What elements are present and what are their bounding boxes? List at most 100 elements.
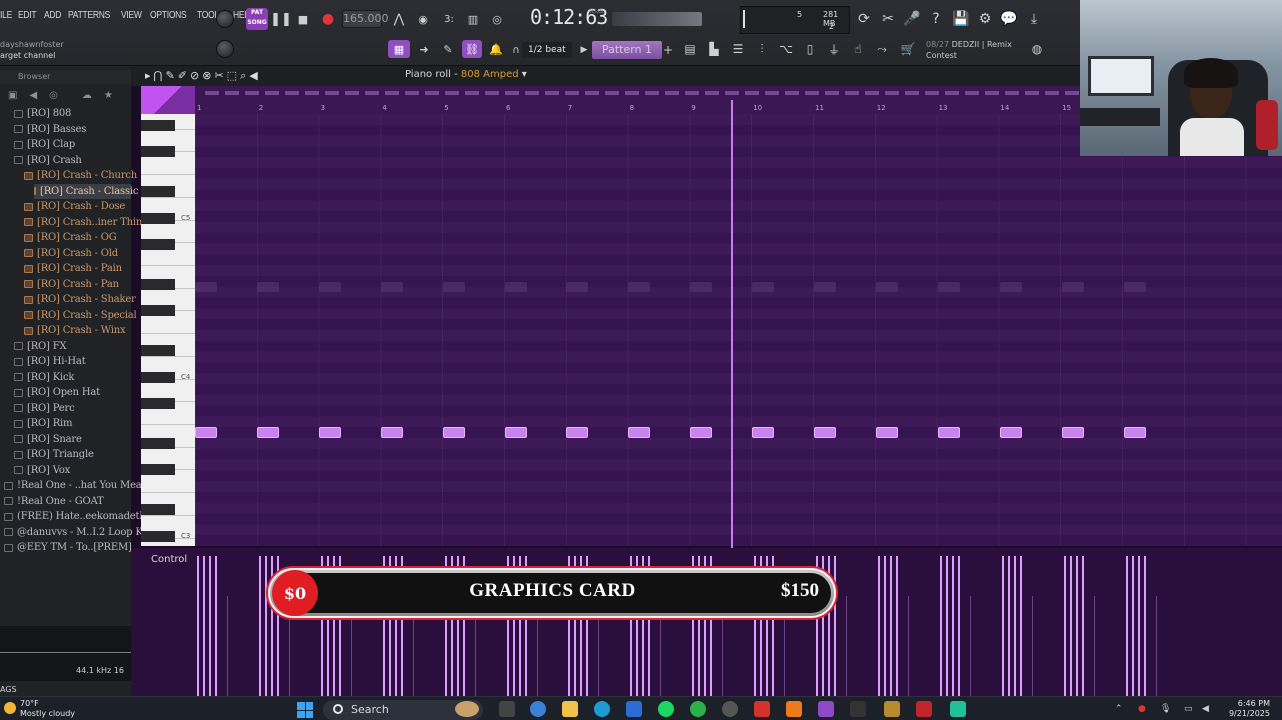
snap-selector[interactable]: 1/2 beat [522, 42, 572, 58]
menu-item[interactable]: OPTIONS [150, 10, 187, 21]
menu-item[interactable]: ADD [44, 10, 61, 21]
bar-number[interactable]: 1 [197, 104, 201, 112]
countdown-icon[interactable]: 3: [440, 10, 458, 28]
speaker-icon[interactable]: ◀ [249, 69, 257, 83]
velocity-bar[interactable] [203, 556, 205, 696]
chat-app-icon[interactable] [950, 701, 966, 717]
black-key[interactable] [141, 345, 175, 357]
browser-file[interactable]: [RO] Crash..iner Things [24, 215, 153, 230]
timeline-ruler[interactable]: 1 2 3 4 5 6 7 8 9 10 11 12 13 14 15 [195, 86, 1080, 114]
browser-folder[interactable]: [RO] Hi-Hat [14, 354, 86, 369]
black-key[interactable] [141, 504, 175, 516]
browser-folder[interactable]: [RO] Basses [14, 122, 86, 137]
mixer-icon[interactable]: ☰ [728, 40, 748, 58]
store-icon[interactable] [626, 701, 642, 717]
midi-note[interactable] [690, 427, 713, 438]
playhead[interactable] [731, 100, 733, 548]
brush-icon[interactable]: ✐ [178, 69, 187, 83]
midi-note[interactable] [875, 427, 898, 438]
bing-icon[interactable] [455, 701, 479, 717]
midi-note[interactable] [999, 427, 1022, 438]
bar-number[interactable]: 5 [444, 104, 448, 112]
playlist-icon[interactable]: ▤ [680, 40, 700, 58]
velocity-bar[interactable] [1131, 556, 1134, 696]
browser-folder[interactable]: !Real One - ..hat You Mean [4, 478, 148, 493]
menu-item[interactable]: PATTERNS [68, 10, 110, 21]
velocity-bar[interactable] [1063, 556, 1066, 696]
cloud-icon[interactable]: ☁ [82, 90, 92, 101]
bar-number[interactable]: 2 [259, 104, 263, 112]
save-icon[interactable]: 💾 [952, 10, 970, 28]
velocity-bar[interactable] [1001, 556, 1004, 696]
tools-icon[interactable]: ✂ [879, 10, 897, 28]
piano-roll-title[interactable]: Piano roll - 808 Amped ▾ [405, 69, 527, 80]
velocity-bar[interactable] [1069, 556, 1072, 696]
menu-item[interactable]: VIEW [121, 10, 142, 21]
browser-icon[interactable] [594, 701, 610, 717]
master-pitch-knob[interactable] [216, 40, 234, 58]
back-icon[interactable]: ◀ [29, 90, 37, 101]
black-key[interactable] [141, 371, 175, 383]
slice-icon[interactable]: ✂ [214, 69, 223, 83]
pencil-icon[interactable]: ✎ [166, 69, 175, 83]
midi-note[interactable] [195, 427, 217, 438]
midi-note[interactable] [1061, 427, 1084, 438]
piano-roll-icon[interactable]: ▦ [388, 40, 410, 58]
browser-folder[interactable]: [RO] Clap [14, 137, 75, 152]
file-explorer-icon[interactable] [562, 701, 578, 717]
black-key[interactable] [141, 146, 175, 158]
record-icon[interactable]: ● [320, 10, 336, 28]
pause-icon[interactable]: ❚❚ [270, 10, 292, 28]
eq-icon[interactable]: ⫶ [752, 40, 772, 58]
tray-mic-icon[interactable]: 🎙 [1160, 704, 1171, 714]
pattern-selector[interactable]: Pattern 1 [592, 41, 662, 59]
note-grid[interactable] [195, 114, 1282, 546]
velocity-bar[interactable] [264, 556, 267, 696]
midi-note[interactable] [442, 427, 465, 438]
stop-icon[interactable]: ■ [296, 10, 310, 28]
velocity-bar[interactable] [1075, 556, 1078, 696]
browser-folder[interactable]: [RO] 808 [14, 106, 71, 121]
velocity-bar[interactable] [1137, 556, 1140, 696]
plug-icon[interactable]: ⏚ [824, 40, 844, 58]
velocity-bar[interactable] [1013, 556, 1016, 696]
app-icon[interactable] [754, 701, 770, 717]
velocity-bar[interactable] [1081, 556, 1084, 696]
channel-rack-icon[interactable]: ▙ [704, 40, 724, 58]
terminal-icon[interactable] [850, 701, 866, 717]
midi-note[interactable] [628, 427, 651, 438]
velocity-bar[interactable] [877, 556, 880, 696]
fl-studio-icon[interactable] [786, 701, 802, 717]
browser-folder[interactable]: [RO] Open Hat [14, 385, 100, 400]
news-panel[interactable]: 08/27 DEDZII | Remix Contest [926, 39, 1012, 61]
main-volume-knob[interactable] [216, 10, 234, 28]
black-key[interactable] [141, 530, 175, 542]
browser-folder[interactable]: [RO] FX [14, 339, 67, 354]
xbox-icon[interactable] [690, 701, 706, 717]
folder-app-icon[interactable] [884, 701, 900, 717]
bar-number[interactable]: 13 [939, 104, 948, 112]
arrow-icon[interactable]: ➜ [416, 40, 432, 58]
loop-record-icon[interactable]: ◎ [488, 10, 506, 28]
download-icon[interactable]: ⤓ [1025, 10, 1043, 28]
browser-folder[interactable]: (FREE) Hate..eekomadethis [4, 509, 154, 524]
bar-number[interactable]: 7 [568, 104, 572, 112]
play-pattern-icon[interactable]: ▶ [578, 42, 590, 58]
touch-icon[interactable]: ☝ [848, 40, 868, 58]
obs-icon[interactable] [818, 701, 834, 717]
browser-folder[interactable]: [RO] Vox [14, 463, 70, 478]
velocity-bar[interactable] [834, 556, 836, 696]
browser-folder[interactable]: [RO] Perc [14, 401, 75, 416]
microphone-icon[interactable]: 🎤 [903, 10, 921, 28]
midi-note[interactable] [1123, 427, 1146, 438]
black-key[interactable] [141, 305, 175, 317]
black-key[interactable] [141, 186, 175, 198]
browser-folder[interactable]: @EEY TM - To..[PREM] [4, 540, 132, 555]
velocity-bar[interactable] [1019, 556, 1022, 696]
control-label[interactable]: Control [151, 554, 187, 565]
add-pattern-icon[interactable]: + [662, 42, 674, 58]
file-icon[interactable]: ▯ [800, 40, 820, 58]
velocity-bar[interactable] [209, 556, 211, 696]
tray-network-icon[interactable]: ▭ [1184, 704, 1194, 714]
bar-number[interactable]: 4 [382, 104, 386, 112]
